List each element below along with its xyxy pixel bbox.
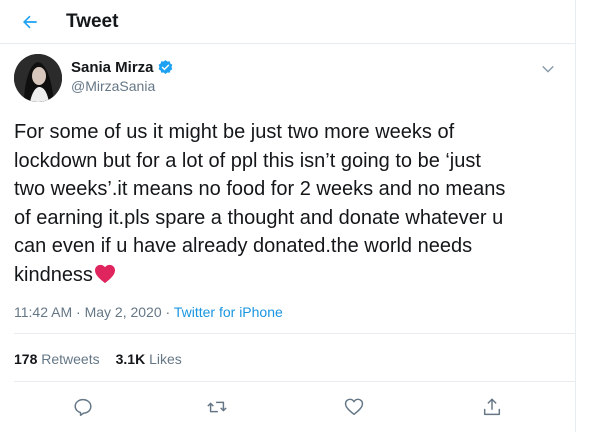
- retweets-label: Retweets: [41, 351, 100, 367]
- likes-label: Likes: [149, 351, 182, 367]
- divider: [14, 333, 575, 334]
- author-handle[interactable]: @MirzaSania: [71, 78, 174, 94]
- divider: [14, 381, 575, 382]
- tweet-body: For some of us it might be just two more…: [14, 121, 506, 286]
- likes-stat[interactable]: 3.1K Likes: [116, 351, 182, 367]
- share-icon[interactable]: [481, 396, 503, 418]
- likes-count: 3.1K: [115, 351, 146, 367]
- tweet-card: Tweet Sania Mirza @MirzaSania For some o…: [0, 0, 576, 432]
- meta-separator: ·: [72, 304, 85, 320]
- tweet-meta: 11:42 AM · May 2, 2020 · Twitter for iPh…: [14, 304, 283, 320]
- verified-badge-icon: [158, 60, 172, 74]
- retweets-stat[interactable]: 178 Retweets: [14, 351, 100, 367]
- avatar[interactable]: [14, 54, 62, 102]
- meta-separator: ·: [161, 304, 174, 320]
- like-icon[interactable]: [343, 396, 365, 418]
- author-info: Sania Mirza @MirzaSania: [71, 59, 174, 94]
- action-bar: [0, 396, 576, 422]
- page-title: Tweet: [66, 10, 119, 32]
- author-row: Sania Mirza @MirzaSania: [14, 54, 561, 104]
- reply-icon[interactable]: [72, 396, 94, 418]
- tweet-text: For some of us it might be just two more…: [14, 118, 554, 289]
- page-header: Tweet: [0, 0, 575, 44]
- chevron-down-icon[interactable]: [539, 60, 557, 78]
- back-button[interactable]: [10, 5, 50, 39]
- tweet-time[interactable]: 11:42 AM: [14, 304, 72, 320]
- retweet-icon[interactable]: [206, 396, 228, 418]
- author-name[interactable]: Sania Mirza: [71, 59, 154, 76]
- tweet-stats: 178 Retweets 3.1K Likes: [14, 351, 182, 367]
- retweets-count: 178: [14, 351, 38, 367]
- tweet-source-link[interactable]: Twitter for iPhone: [174, 304, 283, 320]
- red-heart-icon: [94, 264, 115, 283]
- tweet-date[interactable]: May 2, 2020: [85, 304, 162, 320]
- back-arrow-icon: [23, 15, 37, 28]
